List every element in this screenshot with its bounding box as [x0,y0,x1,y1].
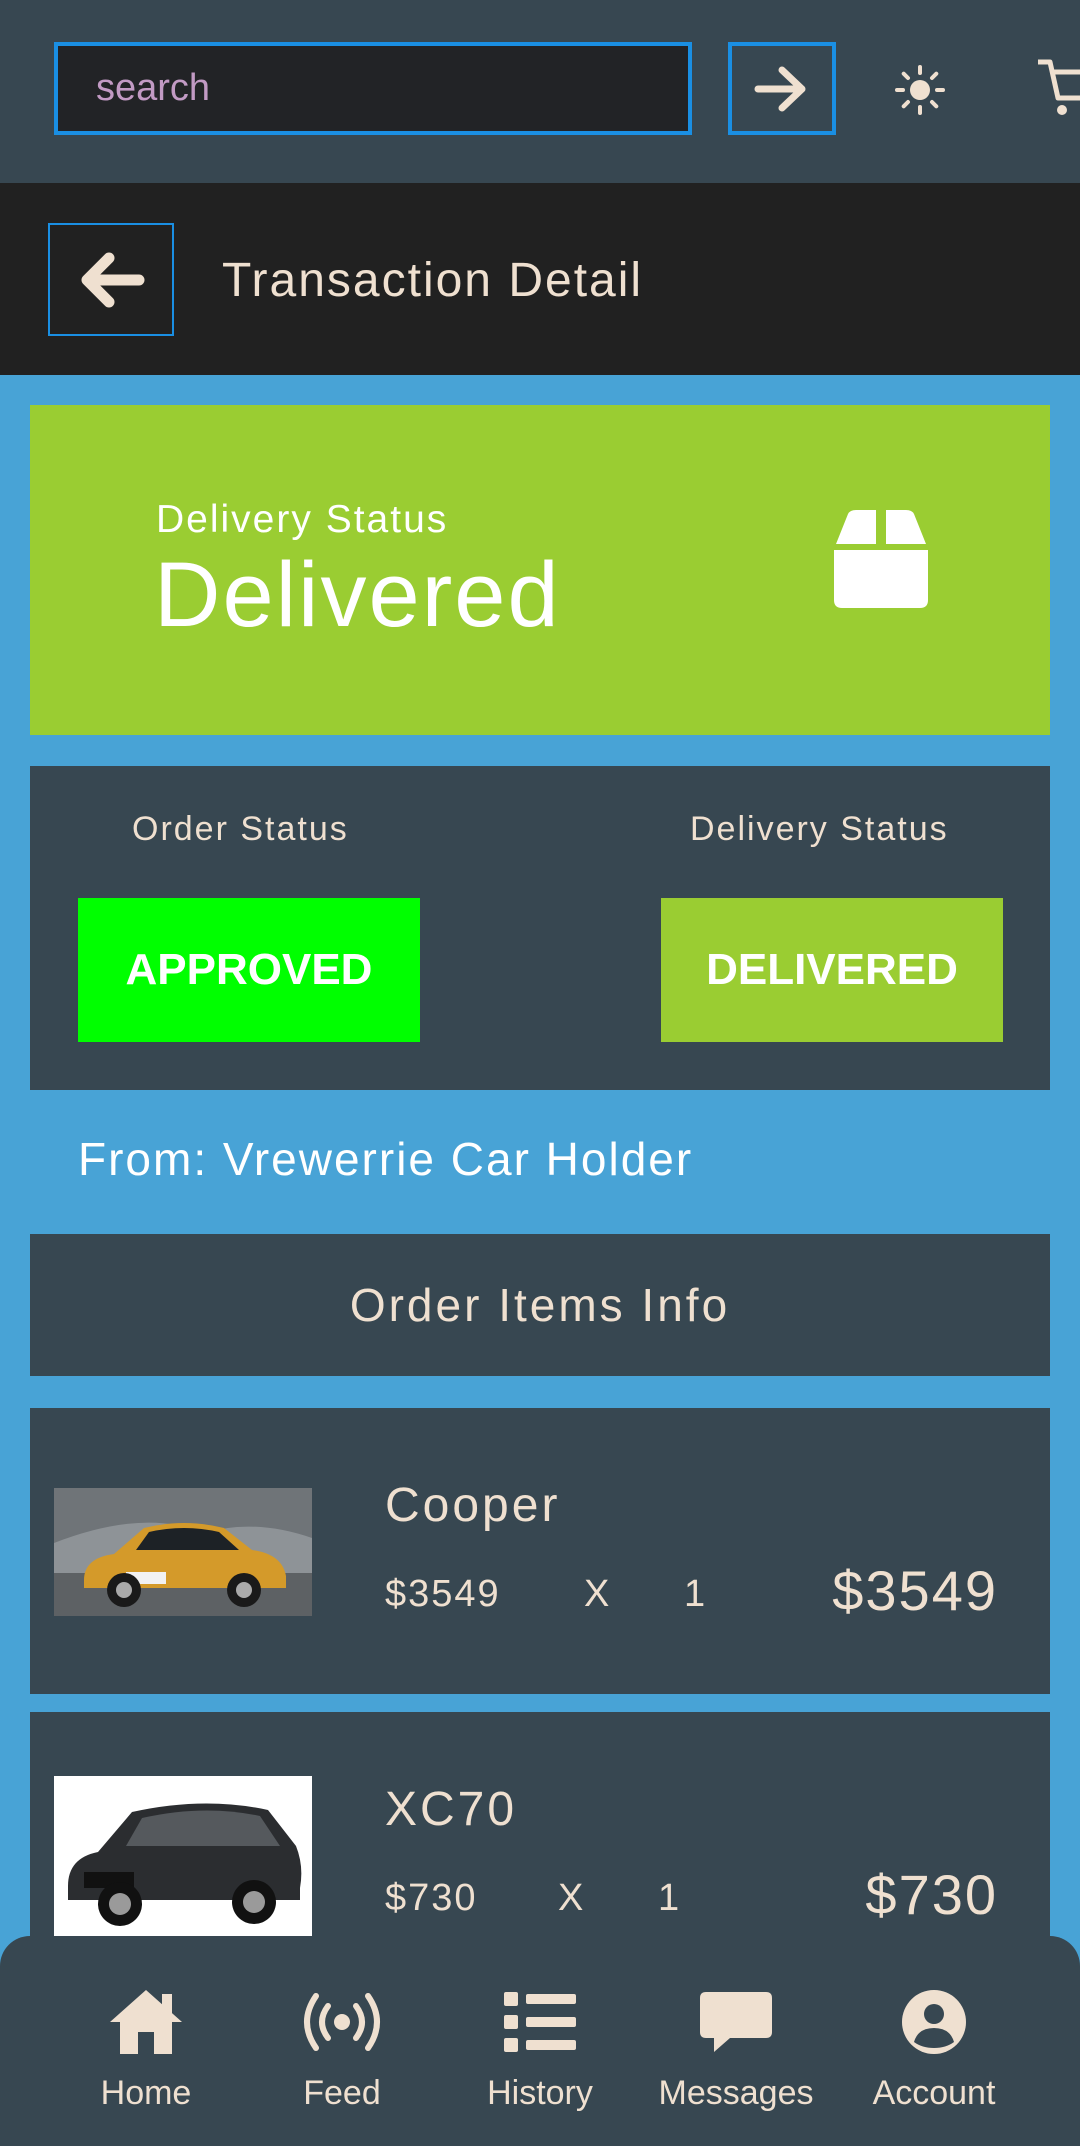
nav-feed[interactable]: Feed [252,1986,432,2126]
item-total-price: $730 [865,1863,998,1926]
page-title: Transaction Detail [222,254,644,307]
item-unit-price: $3549 [385,1573,501,1615]
order-items-header: Order Items Info [30,1234,1050,1376]
arrow-left-icon [81,252,145,307]
nav-history[interactable]: History [450,1986,630,2126]
nav-account[interactable]: Account [844,1986,1024,2126]
delivery-status-label-small: Delivery Status [690,810,949,848]
order-status-badge: APPROVED [78,898,420,1042]
nav-messages-label: Messages [658,2074,814,2112]
nav-messages[interactable]: Messages [646,1986,826,2126]
item-image-cooper [54,1488,312,1616]
order-item-card[interactable]: Cooper $3549 X 1 $3549 [30,1408,1050,1694]
item-name: XC70 [385,1783,518,1836]
item-image-xc70 [54,1776,312,1936]
back-button[interactable] [48,223,174,336]
broadcast-icon [304,1993,380,2051]
order-status-label: Order Status [132,810,349,848]
page-header: Transaction Detail [0,183,1080,375]
theme-toggle-button[interactable] [888,58,952,122]
cart-button[interactable] [1036,54,1080,124]
seller-from-text: From: Vrewerrie Car Holder [78,1133,694,1185]
item-multiply-sign: X [584,1573,610,1615]
list-icon [504,1992,576,2052]
account-icon [902,1990,966,2054]
search-submit-button[interactable] [728,42,836,135]
bottom-navigation: Home Feed History Messages Account [0,1936,1080,2146]
delivery-status-value: Delivered [154,544,561,646]
item-quantity: 1 [658,1877,680,1919]
message-icon [700,1992,772,2052]
search-input[interactable] [58,46,688,131]
nav-home-label: Home [100,2074,192,2112]
top-bar [0,0,1080,183]
item-unit-price: $730 [385,1877,478,1919]
delivery-status-badge: DELIVERED [661,898,1003,1042]
nav-home[interactable]: Home [56,1986,236,2126]
search-box [54,42,692,135]
item-quantity: 1 [684,1573,706,1615]
item-multiply-sign: X [558,1877,584,1919]
delivery-status-card: Delivery Status Delivered [30,405,1050,735]
sun-icon [895,65,945,115]
status-panel: Order Status Delivery Status APPROVED DE… [30,766,1050,1090]
package-icon [834,510,928,608]
nav-account-label: Account [872,2074,996,2112]
delivery-status-label: Delivery Status [156,498,449,541]
nav-history-label: History [487,2074,593,2112]
item-name: Cooper [385,1479,561,1532]
cart-icon [1038,59,1080,115]
home-icon [110,1990,182,2054]
item-total-price: $3549 [832,1559,998,1622]
arrow-right-icon [754,66,806,111]
nav-feed-label: Feed [303,2074,381,2112]
